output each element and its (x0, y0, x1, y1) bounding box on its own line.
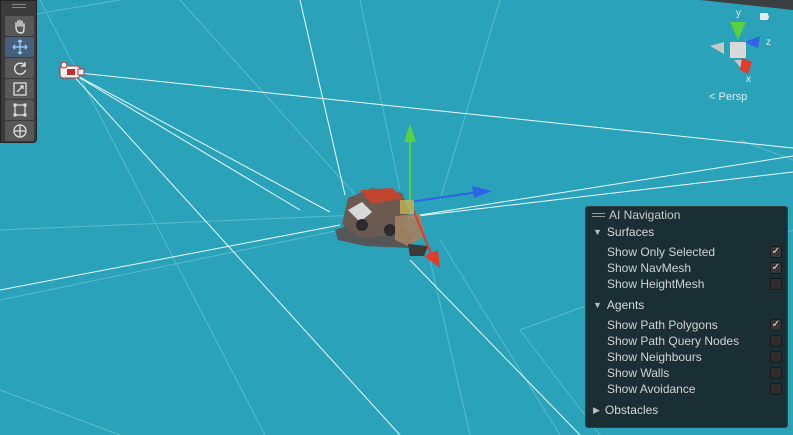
obstacles-foldout[interactable]: ▶ Obstacles (593, 403, 658, 417)
option-show-only-selected[interactable]: Show Only Selected ✓ (607, 244, 782, 259)
checkbox-unchecked[interactable] (770, 334, 782, 347)
checkbox-unchecked[interactable] (770, 350, 782, 363)
agents-foldout[interactable]: ▼ Agents (593, 298, 644, 312)
option-show-navmesh[interactable]: Show NavMesh ✓ (607, 260, 782, 275)
option-show-heightmesh[interactable]: Show HeightMesh (607, 276, 782, 291)
option-label: Show Only Selected (607, 244, 716, 259)
move-arrows-icon (12, 39, 27, 55)
scale-icon (12, 82, 27, 96)
drag-handle-icon[interactable] (592, 213, 605, 217)
option-label: Show Avoidance (607, 381, 696, 396)
hand-icon (14, 19, 25, 34)
lock-icon[interactable] (760, 13, 768, 20)
transform-tool-button[interactable] (5, 121, 34, 141)
checkbox-checked[interactable]: ✓ (770, 245, 782, 258)
projection-label: Persp (718, 91, 748, 103)
rotate-icon (13, 62, 26, 75)
gizmo-z-label: z (766, 37, 771, 48)
panel-header[interactable]: AI Navigation (592, 208, 680, 222)
surfaces-foldout[interactable]: ▼ Surfaces (593, 225, 654, 239)
scale-tool-button[interactable] (5, 79, 34, 99)
option-label: Show Neighbours (607, 349, 702, 364)
persp-chevron-icon: < (709, 91, 716, 103)
option-show-path-polygons[interactable]: Show Path Polygons ✓ (607, 317, 782, 332)
option-label: Show Path Query Nodes (607, 333, 740, 348)
gizmo-y-label: y (736, 8, 741, 19)
ai-navigation-panel: AI Navigation ▼ Surfaces Show Only Selec… (585, 206, 788, 428)
expanded-triangle-icon: ▼ (593, 300, 602, 310)
rect-tool-button[interactable] (5, 100, 34, 120)
move-tool-button[interactable] (5, 37, 34, 57)
panel-title: AI Navigation (609, 208, 681, 222)
projection-toggle[interactable]: < Persp (709, 91, 747, 103)
collapsed-triangle-icon: ▶ (593, 404, 600, 415)
toolbar-grip[interactable] (1, 1, 36, 10)
option-label: Show HeightMesh (607, 276, 705, 291)
hand-tool-button[interactable] (5, 16, 34, 36)
surfaces-label: Surfaces (606, 225, 655, 239)
gizmo-x-label: x (746, 74, 751, 85)
option-show-neighbours[interactable]: Show Neighbours (607, 349, 782, 364)
option-show-avoidance[interactable]: Show Avoidance (607, 381, 782, 396)
checkbox-unchecked[interactable] (770, 366, 782, 379)
option-label: Show Path Polygons (607, 317, 718, 332)
option-show-walls[interactable]: Show Walls (607, 365, 782, 380)
obstacles-label: Obstacles (604, 403, 659, 417)
option-show-path-query-nodes[interactable]: Show Path Query Nodes (607, 333, 782, 348)
checkbox-checked[interactable]: ✓ (770, 318, 782, 331)
checkbox-unchecked[interactable] (770, 277, 782, 290)
rect-transform-icon (13, 103, 26, 117)
rotate-tool-button[interactable] (5, 58, 34, 78)
option-label: Show NavMesh (607, 260, 692, 275)
expanded-triangle-icon: ▼ (593, 227, 602, 237)
tool-palette (0, 0, 37, 143)
transform-icon (12, 124, 27, 138)
checkbox-checked[interactable]: ✓ (770, 261, 782, 274)
agents-label: Agents (606, 298, 645, 312)
checkbox-unchecked[interactable] (770, 382, 782, 395)
option-label: Show Walls (607, 365, 670, 380)
